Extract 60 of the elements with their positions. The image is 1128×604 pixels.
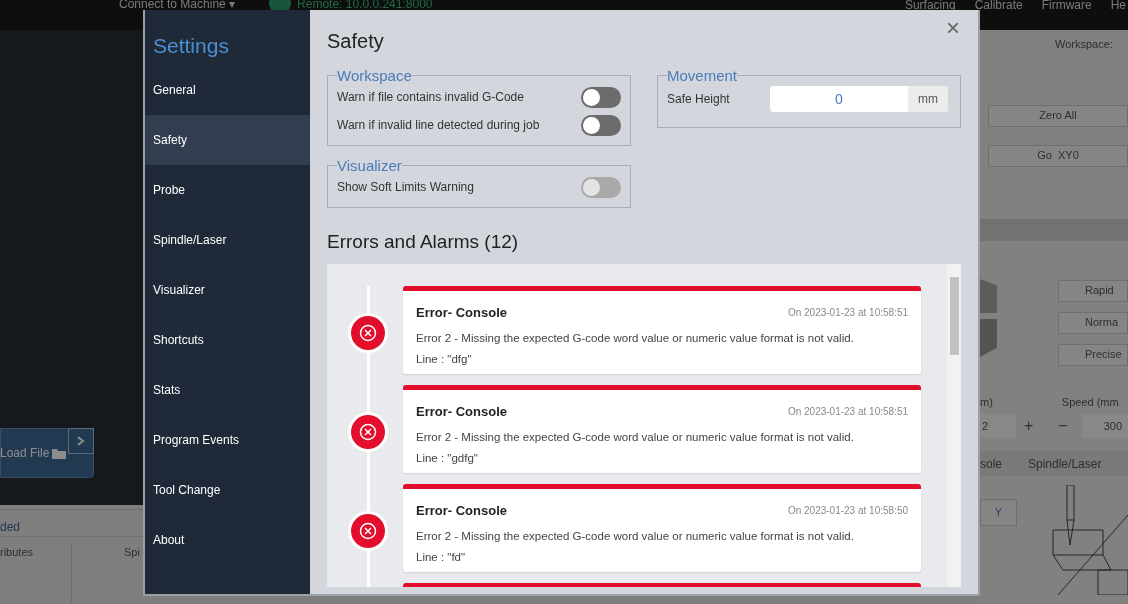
section-heading: Errors and Alarms (12) [327,230,520,254]
alarm-line: Line : "gdfg" [416,451,479,467]
axis-button[interactable]: Y [980,499,1017,526]
settings-menu-item[interactable]: Safety [145,115,310,165]
workspace-label: Workspace: [1055,37,1114,52]
setting-label: Safe Height [667,91,731,108]
settings-menu-item[interactable]: Probe [145,165,310,215]
panel-tab[interactable]: ded [0,520,21,534]
column-header: Spi [124,545,140,560]
alarm-time: On 2023-01-23 at 10:58:51 [787,404,908,419]
alarm-message: Error 2 - Missing the expected G-code word value or numeric value format is not valid. [416,331,855,346]
settings-menu-item[interactable]: Visualizer [145,265,310,315]
settings-menu-item[interactable]: Program Events [145,415,310,465]
settings-menu-item[interactable]: General [145,65,310,115]
speed-button[interactable]: Norma [1058,311,1128,334]
zero-all-button[interactable]: Zero All [988,104,1128,127]
settings-title: Settings [152,33,230,59]
speed-button[interactable]: Precise [1058,343,1128,366]
nav-link[interactable]: Surfacing [904,0,956,14]
alarm-title: Error- Console [416,402,507,421]
connect-menu[interactable]: Connect to Machine ▾ [119,0,236,13]
settings-menu-item[interactable]: About [145,515,310,565]
alarm-title: Error- Console [416,303,507,322]
settings-menu-item[interactable]: Stats [145,365,310,415]
section-title: Safety [327,29,384,54]
step-label: m) [980,394,993,410]
alarm-line: Line : "dfg" [416,352,473,368]
close-button[interactable]: × [946,16,960,40]
panel-tab[interactable]: sole [980,454,1002,473]
settings-menu-item[interactable]: Spindle/Laser [145,215,310,265]
speed-field[interactable]: 300 [1081,414,1128,438]
load-file-button[interactable]: Load File [0,428,94,478]
nav-link[interactable]: Firmware [1041,0,1092,14]
settings-menu-item[interactable]: Shortcuts [145,315,310,365]
settings-menu-item[interactable]: Tool Change [145,465,310,515]
unit-label: mm [908,86,948,112]
minus-button[interactable]: − [1058,414,1068,438]
safe-height-field[interactable]: 0 [770,86,908,112]
setting-label: Warn if invalid line detected during job [337,117,540,134]
speed-button[interactable]: Rapid [1058,279,1128,302]
alarm-time: On 2023-01-23 at 10:58:50 [787,503,908,518]
speed-label: Speed (mm [1061,394,1119,410]
step-field[interactable]: 2 [980,414,1016,438]
alarm-title: Error- Console [416,501,507,520]
alarm-message: Error 2 - Missing the expected G-code word value or numeric value format is not valid. [416,430,855,445]
plus-button[interactable]: + [1024,414,1034,438]
nav-link[interactable]: Calibrate [974,0,1023,14]
remote-status: Remote: 10.0.0.241:8000 [297,0,433,13]
column-header: ributes [0,544,72,604]
setting-label: Show Soft Limits Warning [337,179,474,196]
alarm-message: Error 2 - Missing the expected G-code word value or numeric value format is not valid. [416,529,855,544]
group-legend: Movement [667,68,738,83]
go-xy0-button[interactable]: Go XY0 [988,144,1128,167]
panel-tab[interactable]: Spindle/Laser [1028,454,1102,473]
nav-link[interactable]: He [1110,0,1126,14]
alarm-line: Line : "fd" [416,550,467,566]
setting-label: Warn if file contains invalid G-Code [337,89,524,106]
alarm-time: On 2023-01-23 at 10:58:51 [787,305,908,320]
group-legend: Workspace [337,68,412,83]
group-legend: Visualizer [337,158,402,173]
